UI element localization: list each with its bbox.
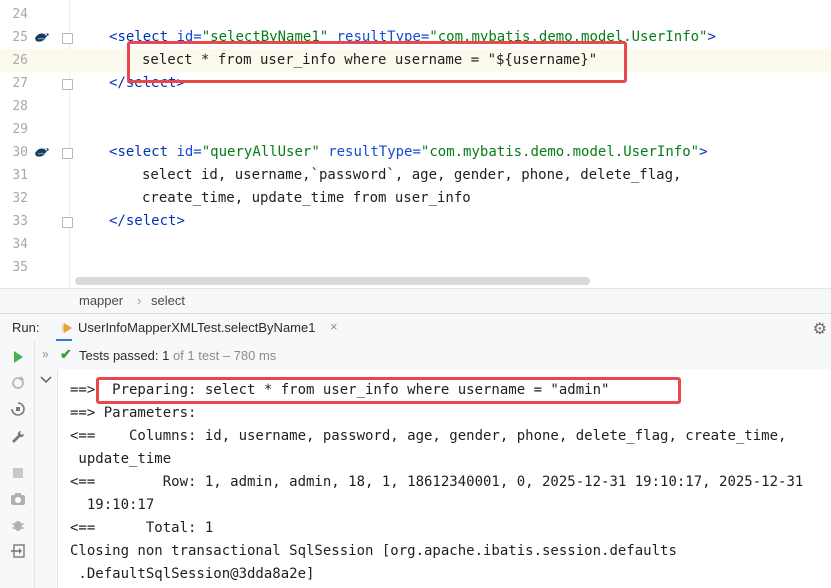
code-line[interactable]: 33 </select> [0, 210, 831, 233]
code-text: </select> [109, 210, 185, 233]
run-tab-title: UserInfoMapperXMLTest.selectByName1 [78, 320, 316, 335]
stop-icon[interactable] [10, 465, 26, 481]
code-token: </ [109, 213, 126, 229]
line-number: 34 [12, 237, 28, 252]
code-text: select id, username,`password`, age, gen… [142, 167, 682, 183]
code-token: "queryAllUser" [201, 144, 329, 160]
breadcrumb-separator: › [137, 293, 142, 308]
test-config-icon [62, 323, 72, 333]
console-line: <== Total: 1 [70, 520, 214, 536]
code-line[interactable]: 30 <select id="queryAllUser" resultType="… [0, 141, 831, 164]
horizontal-scrollbar[interactable] [75, 277, 590, 285]
import-tests-icon[interactable] [10, 543, 26, 559]
code-line[interactable]: 34 [0, 233, 831, 256]
code-line[interactable]: 29 [0, 118, 831, 141]
chevron-down-icon[interactable] [40, 375, 52, 385]
gear-icon[interactable]: ⚙ [813, 319, 827, 339]
fold-marker-icon[interactable] [62, 148, 73, 159]
expand-chevron-icon[interactable]: » [42, 347, 49, 361]
console-line: update_time [70, 451, 172, 467]
code-line[interactable]: 24 [0, 3, 831, 26]
fold-marker-icon[interactable] [62, 33, 73, 44]
mybatis-bird-icon[interactable] [34, 30, 50, 44]
line-number: 31 [12, 168, 28, 183]
code-token: > [176, 213, 185, 229]
code-text: create_time, update_time from user_info [142, 190, 471, 206]
code-token: "com.mybatis.demo.model.UserInfo" [420, 144, 700, 160]
breadcrumb-item-select[interactable]: select [151, 293, 185, 308]
run-tab[interactable]: UserInfoMapperXMLTest.selectByName1 × [56, 314, 338, 342]
line-number: 28 [12, 99, 28, 114]
rerun-icon[interactable] [10, 349, 26, 365]
run-side-toolbar [0, 341, 35, 588]
rerun-failed-icon[interactable] [10, 375, 26, 391]
code-token: </ [109, 75, 126, 91]
run-label: Run: [12, 320, 40, 335]
line-number: 35 [12, 260, 28, 275]
console-output[interactable]: ==> Preparing: select * from user_info w… [58, 369, 831, 588]
camera-icon[interactable] [10, 491, 26, 507]
code-text: <select id="queryAllUser" resultType="co… [109, 141, 708, 164]
debug-bug-icon[interactable] [10, 517, 26, 533]
line-number: 32 [12, 191, 28, 206]
console-line: .DefaultSqlSession@3dda8a2e] [70, 566, 315, 582]
code-line[interactable]: 28 [0, 95, 831, 118]
highlight-box-editor [127, 41, 627, 83]
tests-passed-label: Tests passed: [79, 348, 163, 363]
tests-detail: of 1 test – 780 ms [169, 348, 277, 363]
fold-marker-icon[interactable] [62, 79, 73, 90]
close-tab-icon[interactable]: × [330, 319, 338, 334]
code-token: > [707, 29, 716, 45]
console-line: 19:10:17 [70, 497, 155, 513]
code-editor[interactable]: 24 25 <select id="selectByName1" resultTyp… [0, 0, 831, 288]
line-number: 29 [12, 122, 28, 137]
code-token: id= [176, 144, 202, 160]
console-line: ==> Parameters: [70, 405, 205, 421]
console-line: <== Row: 1, admin, admin, 18, 1, 1861234… [70, 474, 804, 490]
breadcrumb: mapper › select [0, 288, 831, 313]
code-token: resultType= [328, 144, 421, 160]
code-token: select [125, 213, 177, 229]
code-line[interactable]: 35 [0, 256, 831, 279]
code-token: select [117, 144, 177, 160]
line-number: 24 [12, 7, 28, 22]
tests-passed-text: Tests passed: 1 of 1 test – 780 ms [79, 348, 276, 363]
mybatis-bird-icon[interactable] [34, 145, 50, 159]
run-tool-window-header: Run: UserInfoMapperXMLTest.selectByName1… [0, 313, 831, 342]
wrench-icon[interactable] [10, 429, 26, 445]
code-token: > [699, 144, 708, 160]
line-number: 26 [12, 53, 28, 68]
line-number: 30 [12, 145, 28, 160]
fold-marker-icon[interactable] [62, 217, 73, 228]
highlight-box-console [96, 377, 681, 404]
code-line[interactable]: 31 select id, username,`password`, age, g… [0, 164, 831, 187]
console-line: Closing non transactional SqlSession [or… [70, 543, 677, 559]
code-line[interactable]: 32 create_time, update_time from user_inf… [0, 187, 831, 210]
toggle-auto-test-icon[interactable] [10, 401, 26, 417]
console-line: <== Columns: id, username, password, age… [70, 428, 787, 444]
line-number: 27 [12, 76, 28, 91]
test-tree-column [35, 369, 58, 588]
line-number: 25 [12, 30, 28, 45]
check-icon: ✔ [60, 346, 72, 362]
test-status-bar: » ✔ Tests passed: 1 of 1 test – 780 ms [35, 341, 831, 370]
line-number: 33 [12, 214, 28, 229]
breadcrumb-item-mapper[interactable]: mapper [79, 293, 123, 308]
